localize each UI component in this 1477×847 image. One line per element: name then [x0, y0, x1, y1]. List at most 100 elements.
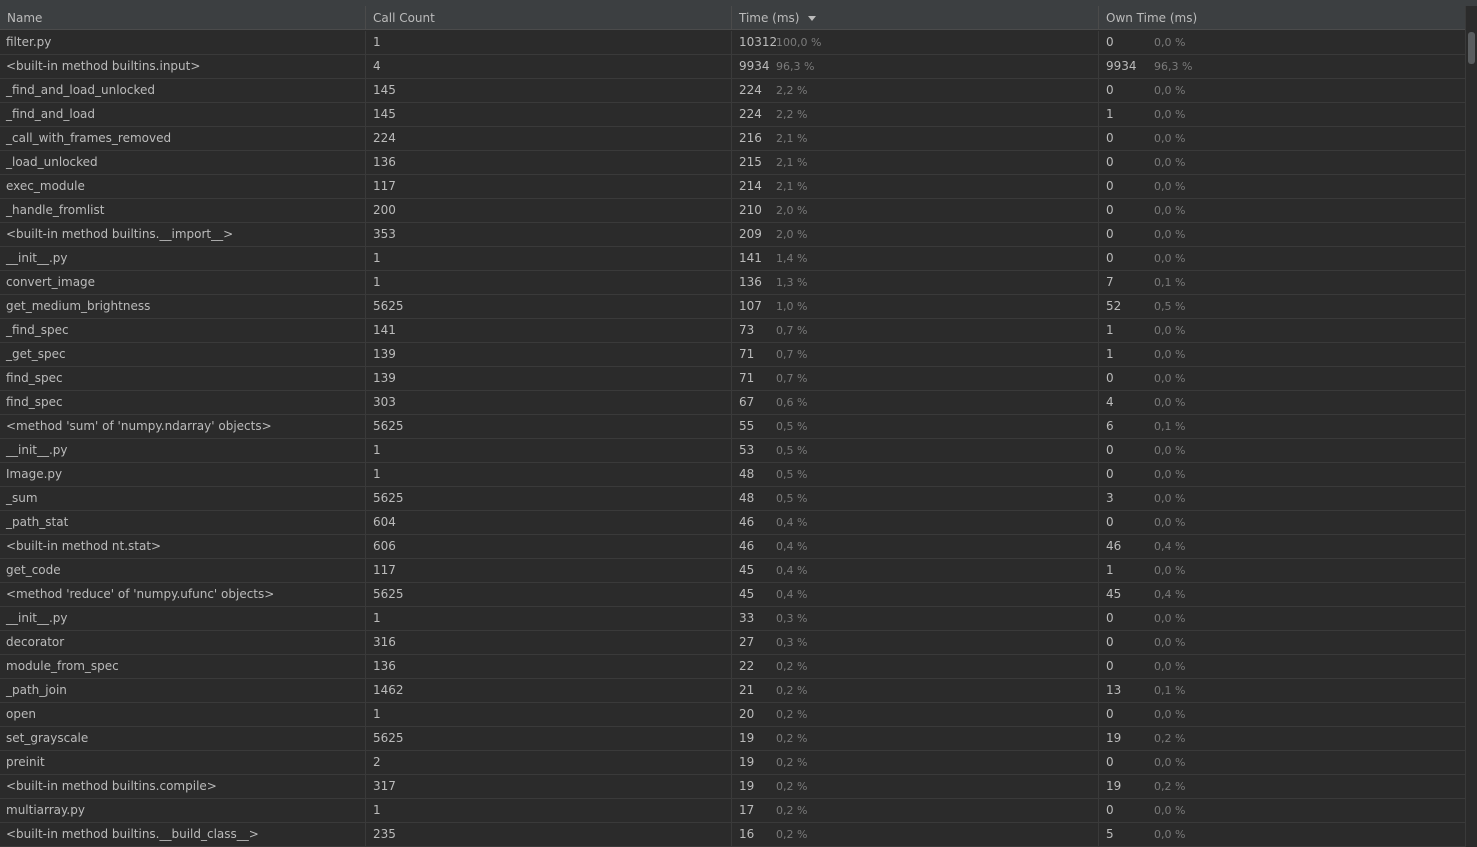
table-row[interactable]: get_code 117 45 0,4 % 1 0,0 %	[0, 559, 1465, 583]
function-name: find_spec	[6, 371, 63, 385]
time-value: 48	[739, 467, 755, 481]
cell-call-count: 139	[366, 367, 732, 390]
cell-own-time: 0 0,0 %	[1099, 367, 1465, 390]
table-row[interactable]: preinit 2 19 0,2 % 0 0,0 %	[0, 751, 1465, 775]
column-header-time[interactable]: Time (ms)	[732, 6, 1099, 29]
cell-own-time: 0 0,0 %	[1099, 199, 1465, 222]
column-header-call-count[interactable]: Call Count	[366, 6, 732, 29]
table-row[interactable]: find_spec 139 71 0,7 % 0 0,0 %	[0, 367, 1465, 391]
time-percent: 1,0 %	[776, 300, 808, 313]
cell-time: 48 0,5 %	[732, 463, 1099, 486]
own-time-percent: 0,1 %	[1154, 276, 1186, 289]
table-row[interactable]: _find_spec 141 73 0,7 % 1 0,0 %	[0, 319, 1465, 343]
own-time-value: 0	[1106, 755, 1114, 769]
call-count-value: 1	[373, 467, 381, 481]
call-count-value: 1	[373, 803, 381, 817]
column-header-own-time[interactable]: Own Time (ms)	[1099, 6, 1465, 29]
call-count-value: 139	[373, 347, 396, 361]
cell-name: exec_module	[0, 175, 366, 198]
time-value: 209	[739, 227, 762, 241]
time-value: 224	[739, 83, 762, 97]
column-header-name[interactable]: Name	[0, 6, 366, 29]
table-row[interactable]: filter.py 1 10312100,0 % 0 0,0 %	[0, 31, 1465, 55]
cell-name: _path_join	[0, 679, 366, 702]
cell-call-count: 1	[366, 247, 732, 270]
own-time-value: 0	[1106, 35, 1114, 49]
vertical-scrollbar[interactable]	[1465, 6, 1477, 847]
table-row[interactable]: _path_join 1462 21 0,2 % 13 0,1 %	[0, 679, 1465, 703]
table-row[interactable]: _handle_fromlist 200 210 2,0 % 0 0,0 %	[0, 199, 1465, 223]
function-name: _path_stat	[6, 515, 69, 529]
table-row[interactable]: exec_module 117 214 2,1 % 0 0,0 %	[0, 175, 1465, 199]
table-row[interactable]: <built-in method builtins.compile> 317 19 0…	[0, 775, 1465, 799]
table-row[interactable]: __init__.py 1 33 0,3 % 0 0,0 %	[0, 607, 1465, 631]
table-row[interactable]: set_grayscale 5625 19 0,2 % 19 0,2 %	[0, 727, 1465, 751]
table-row[interactable]: decorator 316 27 0,3 % 0 0,0 %	[0, 631, 1465, 655]
table-row[interactable]: <method 'sum' of 'numpy.ndarray' objects…	[0, 415, 1465, 439]
table-row[interactable]: _get_spec 139 71 0,7 % 1 0,0 %	[0, 343, 1465, 367]
time-percent: 0,7 %	[776, 324, 808, 337]
table-row[interactable]: get_medium_brightness 5625 107 1,0 % 52 0,5 %	[0, 295, 1465, 319]
own-time-percent: 0,0 %	[1154, 156, 1186, 169]
own-time-percent: 96,3 %	[1154, 60, 1193, 73]
call-count-value: 145	[373, 107, 396, 121]
table-row[interactable]: _call_with_frames_removed 224 216 2,1 % 0 0,0…	[0, 127, 1465, 151]
table-row[interactable]: <built-in method builtins.input> 4 9934 96,…	[0, 55, 1465, 79]
cell-own-time: 0 0,0 %	[1099, 127, 1465, 150]
cell-call-count: 606	[366, 535, 732, 558]
table-row[interactable]: <built-in method nt.stat> 606 46 0,4 % 46 0,4…	[0, 535, 1465, 559]
own-time-value: 0	[1106, 227, 1114, 241]
cell-name: find_spec	[0, 391, 366, 414]
own-time-value: 0	[1106, 467, 1114, 481]
scrollbar-thumb[interactable]	[1468, 32, 1475, 64]
function-name: _get_spec	[6, 347, 66, 361]
table-row[interactable]: multiarray.py 1 17 0,2 % 0 0,0 %	[0, 799, 1465, 823]
table-row[interactable]: convert_image 1 136 1,3 % 7 0,1 %	[0, 271, 1465, 295]
cell-name: _get_spec	[0, 343, 366, 366]
function-name: exec_module	[6, 179, 85, 193]
own-time-percent: 0,0 %	[1154, 564, 1186, 577]
cell-own-time: 0 0,0 %	[1099, 799, 1465, 822]
own-time-percent: 0,0 %	[1154, 204, 1186, 217]
own-time-percent: 0,0 %	[1154, 324, 1186, 337]
own-time-value: 4	[1106, 395, 1114, 409]
table-row[interactable]: module_from_spec 136 22 0,2 % 0 0,0 %	[0, 655, 1465, 679]
call-count-value: 4	[373, 59, 381, 73]
table-row[interactable]: Image.py 1 48 0,5 % 0 0,0 %	[0, 463, 1465, 487]
function-name: filter.py	[6, 35, 52, 49]
table-row[interactable]: open 1 20 0,2 % 0 0,0 %	[0, 703, 1465, 727]
cell-call-count: 5625	[366, 415, 732, 438]
cell-own-time: 5 0,0 %	[1099, 823, 1465, 846]
time-value: 45	[739, 587, 755, 601]
function-name: _find_and_load_unlocked	[6, 83, 156, 97]
table-row[interactable]: __init__.py 1 53 0,5 % 0 0,0 %	[0, 439, 1465, 463]
cell-own-time: 1 0,0 %	[1099, 343, 1465, 366]
cell-call-count: 1462	[366, 679, 732, 702]
time-percent: 2,1 %	[776, 180, 808, 193]
cell-time: 9934 96,3 %	[732, 55, 1099, 78]
table-row[interactable]: _path_stat 604 46 0,4 % 0 0,0 %	[0, 511, 1465, 535]
table-row[interactable]: <built-in method builtins.__import__> 353…	[0, 223, 1465, 247]
cell-time: 214 2,1 %	[732, 175, 1099, 198]
table-row[interactable]: _find_and_load 145 224 2,2 % 1 0,0 %	[0, 103, 1465, 127]
time-percent: 0,4 %	[776, 540, 808, 553]
table-row[interactable]: <method 'reduce' of 'numpy.ufunc' object…	[0, 583, 1465, 607]
function-name: get_code	[6, 563, 61, 577]
table-row[interactable]: _find_and_load_unlocked 145 224 2,2 % 0 0,0 %	[0, 79, 1465, 103]
cell-time: 19 0,2 %	[732, 727, 1099, 750]
time-value: 21	[739, 683, 755, 697]
table-row[interactable]: _sum 5625 48 0,5 % 3 0,0 %	[0, 487, 1465, 511]
time-percent: 0,2 %	[776, 708, 808, 721]
table-row[interactable]: find_spec 303 67 0,6 % 4 0,0 %	[0, 391, 1465, 415]
own-time-percent: 0,0 %	[1154, 180, 1186, 193]
cell-own-time: 0 0,0 %	[1099, 31, 1465, 54]
table-row[interactable]: _load_unlocked 136 215 2,1 % 0 0,0 %	[0, 151, 1465, 175]
table-row[interactable]: <built-in method builtins.__build_class_…	[0, 823, 1465, 847]
time-percent: 0,2 %	[776, 684, 808, 697]
function-name: <built-in method builtins.input>	[6, 59, 201, 73]
table-row[interactable]: __init__.py 1 141 1,4 % 0 0,0 %	[0, 247, 1465, 271]
time-percent: 0,2 %	[776, 660, 808, 673]
cell-name: get_code	[0, 559, 366, 582]
own-time-value: 0	[1106, 155, 1114, 169]
own-time-value: 1	[1106, 323, 1114, 337]
